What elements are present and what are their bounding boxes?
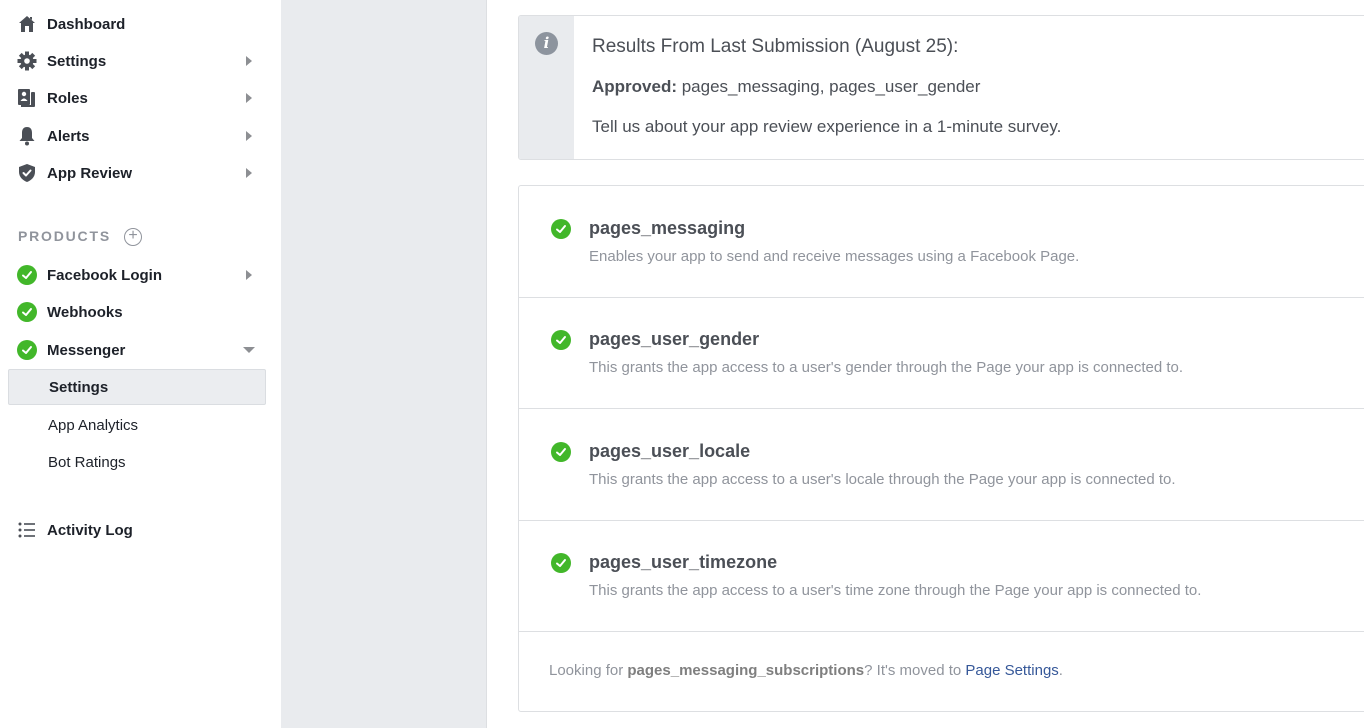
chevron-right-icon [246, 131, 252, 141]
sidebar-item-label: App Review [47, 164, 133, 182]
sidebar-item-label: Activity Log [47, 521, 133, 539]
permission-row: pages_user_gender This grants the app ac… [519, 297, 1364, 409]
sidebar-item-messenger[interactable]: Messenger [0, 332, 281, 368]
permissions-list: pages_messaging Enables your app to send… [518, 185, 1364, 712]
sidebar-item-roles[interactable]: Roles [0, 80, 281, 116]
sidebar-item-label: Settings [47, 52, 107, 70]
sidebar-item-label: Webhooks [47, 303, 123, 321]
moved-permission-name: pages_messaging_subscriptions [627, 662, 865, 679]
sidebar-subitem-label: Bot Ratings [48, 453, 126, 471]
roles-icon [17, 88, 37, 108]
list-icon [17, 520, 37, 540]
permission-name: pages_user_locale [589, 441, 751, 461]
sidebar: Dashboard Settings Roles Alerts App Revi… [0, 0, 281, 728]
chevron-down-icon [243, 347, 255, 353]
chevron-right-icon [246, 168, 252, 178]
sidebar-item-webhooks[interactable]: Webhooks [0, 294, 281, 330]
approved-label: Approved: [592, 77, 677, 96]
check-circle-icon [551, 330, 571, 350]
add-product-button[interactable]: + [124, 228, 142, 246]
chevron-right-icon [246, 56, 252, 66]
sidebar-item-label: Dashboard [47, 15, 126, 33]
sidebar-item-activity-log[interactable]: Activity Log [0, 512, 281, 548]
notice-title: Results From Last Submission (August 25)… [592, 36, 959, 57]
sidebar-item-dashboard[interactable]: Dashboard [0, 6, 281, 42]
approved-permissions: Approved: pages_messaging, pages_user_ge… [592, 77, 980, 97]
info-icon: i [535, 32, 558, 55]
products-header: PRODUCTS [18, 228, 111, 244]
sidebar-item-alerts[interactable]: Alerts [0, 118, 281, 154]
notice-icon-strip: i [519, 16, 574, 159]
permission-row: pages_user_locale This grants the app ac… [519, 409, 1364, 521]
home-icon [17, 14, 37, 34]
permission-description: Enables your app to send and receive mes… [589, 248, 1080, 265]
check-circle-icon [551, 442, 571, 462]
survey-link[interactable]: Tell us about your app review experience… [592, 117, 1061, 137]
gear-icon [17, 51, 37, 71]
submission-results-notice: i Results From Last Submission (August 2… [518, 15, 1364, 160]
sidebar-subitem-bot-ratings[interactable]: Bot Ratings [8, 444, 266, 480]
sidebar-subitem-label: App Analytics [48, 416, 139, 434]
chevron-right-icon [246, 93, 252, 103]
content-gutter [281, 0, 487, 728]
sidebar-subitem-label: Settings [49, 378, 109, 396]
sidebar-item-app-review[interactable]: App Review [0, 155, 281, 191]
note-middle: ? It's moved to [864, 662, 966, 679]
permission-description: This grants the app access to a user's g… [589, 359, 1184, 376]
approved-value: pages_messaging, pages_user_gender [677, 77, 981, 96]
check-circle-icon [17, 265, 37, 285]
sidebar-subitem-app-analytics[interactable]: App Analytics [8, 407, 266, 443]
shield-check-icon [17, 163, 37, 183]
check-circle-icon [551, 219, 571, 239]
check-circle-icon [17, 302, 37, 322]
bell-icon [17, 126, 37, 146]
permission-name: pages_user_gender [589, 329, 760, 349]
sidebar-item-facebook-login[interactable]: Facebook Login [0, 257, 281, 293]
sidebar-item-label: Messenger [47, 341, 126, 359]
permission-row: pages_messaging Enables your app to send… [519, 186, 1364, 298]
sidebar-subitem-settings[interactable]: Settings [8, 369, 266, 405]
check-circle-icon [17, 340, 37, 360]
sidebar-item-label: Facebook Login [47, 266, 163, 284]
permission-description: This grants the app access to a user's l… [589, 471, 1176, 488]
note-prefix: Looking for [549, 662, 628, 679]
sidebar-item-label: Alerts [47, 127, 90, 145]
check-circle-icon [551, 553, 571, 573]
permission-description: This grants the app access to a user's t… [589, 582, 1202, 599]
permission-name: pages_messaging [589, 218, 746, 238]
permission-row: pages_user_timezone This grants the app … [519, 520, 1364, 632]
page-settings-link[interactable]: Page Settings [965, 662, 1058, 679]
sidebar-item-label: Roles [47, 89, 88, 107]
permission-name: pages_user_timezone [589, 552, 778, 572]
moved-permission-note: Looking for pages_messaging_subscription… [549, 662, 1063, 679]
note-suffix: . [1058, 662, 1063, 679]
chevron-right-icon [246, 270, 252, 280]
sidebar-item-settings[interactable]: Settings [0, 43, 281, 79]
